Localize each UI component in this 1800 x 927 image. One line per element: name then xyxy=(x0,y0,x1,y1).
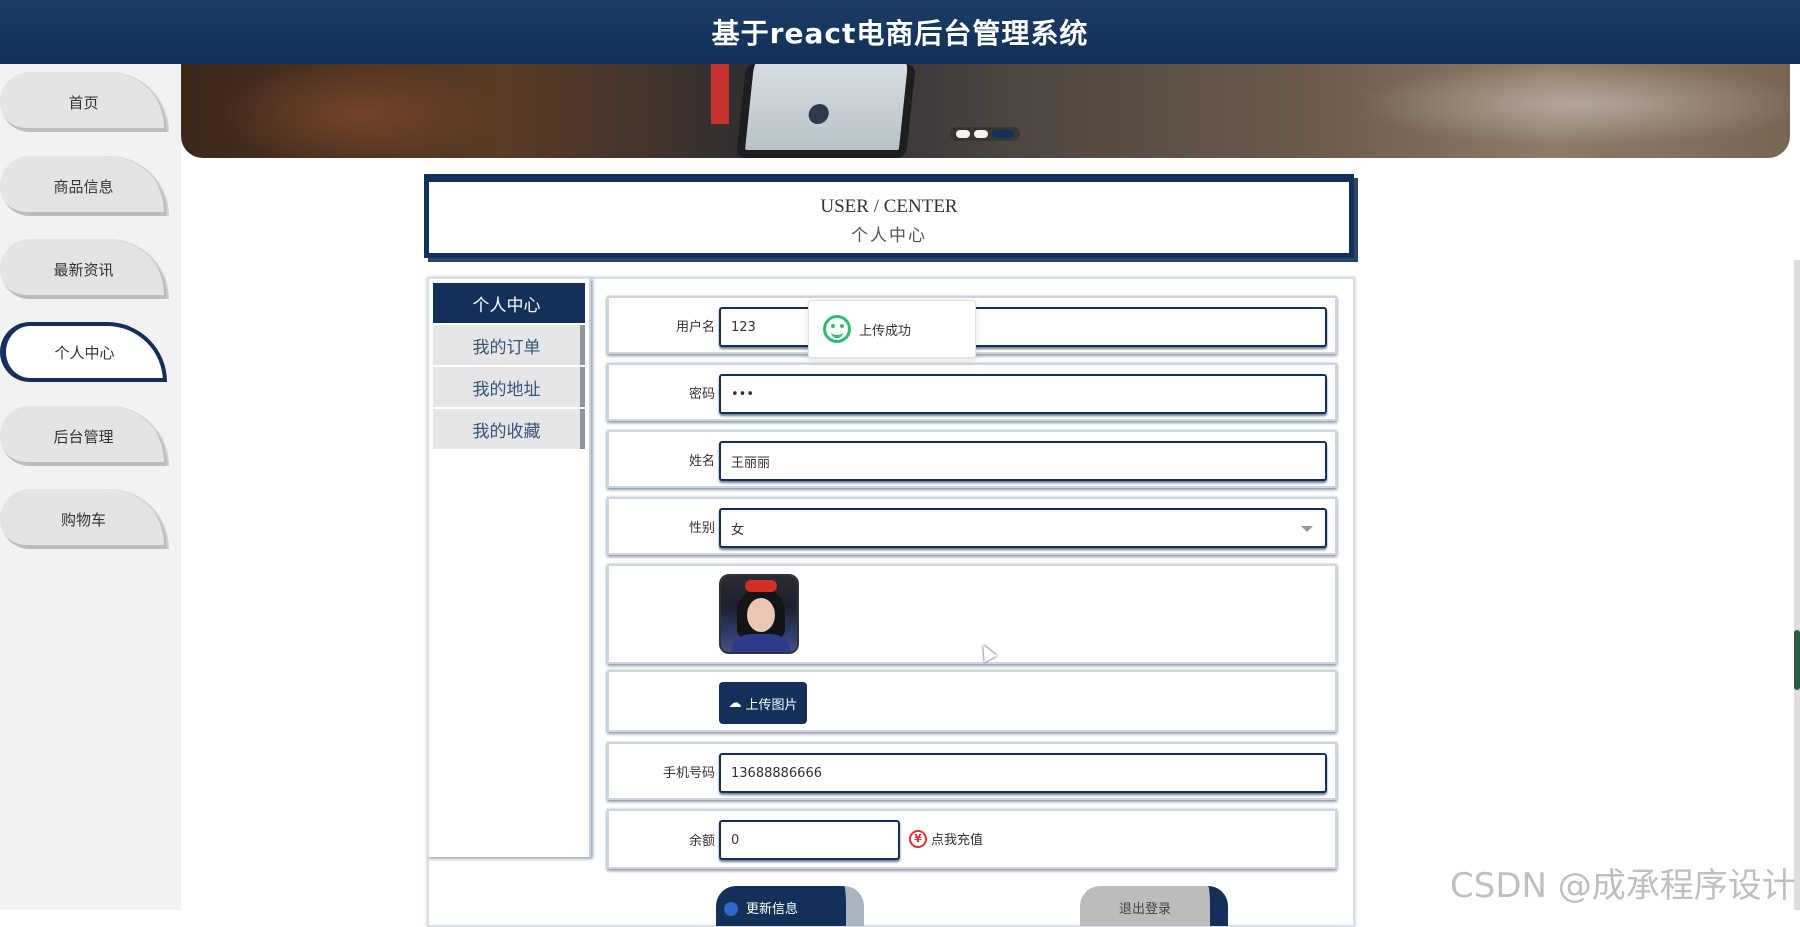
form-row-name: 姓名 王丽丽 xyxy=(607,430,1337,488)
carousel-indicators xyxy=(950,127,1020,141)
chevron-down-icon xyxy=(1301,526,1313,532)
sidebar: 首页 商品信息 最新资讯 个人中心 后台管理 购物车 xyxy=(0,64,181,910)
phone-input[interactable]: 13688886666 xyxy=(719,753,1327,793)
tab-user-center[interactable]: 个人中心 xyxy=(433,283,585,323)
name-input[interactable]: 王丽丽 xyxy=(719,441,1327,481)
sidebar-item-admin[interactable]: 后台管理 xyxy=(0,406,167,466)
name-label: 姓名 xyxy=(688,453,715,469)
scrollbar-thumb[interactable] xyxy=(1794,630,1800,690)
upload-image-button[interactable]: ☁ 上传图片 xyxy=(719,682,807,724)
sidebar-item-products[interactable]: 商品信息 xyxy=(0,156,167,216)
success-toast: 上传成功 xyxy=(808,300,976,358)
app-title: 基于react电商后台管理系统 xyxy=(711,17,1089,50)
recharge-label: 点我充值 xyxy=(931,833,984,848)
cloud-upload-icon: ☁ xyxy=(728,695,742,711)
avatar-image xyxy=(719,574,799,654)
form-row-phone: 手机号码 13688886666 xyxy=(607,742,1337,800)
password-input[interactable]: ••• xyxy=(719,374,1327,414)
toast-message: 上传成功 xyxy=(859,323,912,339)
carousel-dot-2[interactable] xyxy=(974,130,988,138)
recharge-link[interactable]: ¥ 点我充值 xyxy=(909,829,983,848)
watermark: CSDN @成承程序设计 xyxy=(1450,866,1796,906)
username-label: 用户名 xyxy=(675,319,715,335)
gender-select[interactable]: 女 xyxy=(719,508,1327,548)
phone-label: 手机号码 xyxy=(662,765,715,781)
smile-icon xyxy=(823,315,851,343)
sidebar-item-user-center[interactable]: 个人中心 xyxy=(0,322,167,382)
sidebar-item-news[interactable]: 最新资讯 xyxy=(0,239,167,299)
page-scrollbar[interactable] xyxy=(1794,260,1800,910)
refresh-icon xyxy=(724,902,738,916)
section-title-box: USER / CENTER 个人中心 xyxy=(424,174,1354,258)
form-row-password: 密码 ••• xyxy=(607,363,1337,421)
tab-my-address[interactable]: 我的地址 xyxy=(433,367,585,407)
tab-my-favorites[interactable]: 我的收藏 xyxy=(433,409,585,449)
form-row-gender: 性别 女 xyxy=(607,497,1337,555)
banner-phone-image xyxy=(736,64,916,158)
carousel-dot-1[interactable] xyxy=(956,130,970,138)
sidebar-item-home[interactable]: 首页 xyxy=(0,72,167,132)
sidebar-item-cart[interactable]: 购物车 xyxy=(0,489,167,549)
banner-decor xyxy=(711,64,729,124)
banner-carousel xyxy=(181,64,1790,158)
update-info-button[interactable]: 更新信息 xyxy=(716,886,864,926)
section-title-cn: 个人中心 xyxy=(851,226,927,245)
user-tabs: 个人中心 我的订单 我的地址 我的收藏 xyxy=(427,277,591,857)
balance-input[interactable]: 0 xyxy=(719,820,900,860)
upload-button-label: 上传图片 xyxy=(745,697,798,713)
gender-selected-value: 女 xyxy=(731,522,745,538)
gender-label: 性别 xyxy=(688,520,715,536)
carousel-dot-3[interactable] xyxy=(992,130,1014,138)
app-header: 基于react电商后台管理系统 xyxy=(0,0,1800,64)
update-info-label: 更新信息 xyxy=(746,902,799,917)
form-row-avatar xyxy=(607,564,1337,664)
form-row-balance: 余额 0 ¥ 点我充值 xyxy=(607,809,1337,869)
logout-button[interactable]: 退出登录 xyxy=(1080,886,1228,926)
yen-icon: ¥ xyxy=(909,829,927,848)
password-label: 密码 xyxy=(688,386,715,402)
balance-label: 余额 xyxy=(688,833,715,849)
logout-label: 退出登录 xyxy=(1118,902,1171,917)
tab-my-orders[interactable]: 我的订单 xyxy=(433,325,585,365)
form-row-upload: ☁ 上传图片 xyxy=(607,670,1337,732)
section-title-en: USER / CENTER xyxy=(820,196,958,217)
